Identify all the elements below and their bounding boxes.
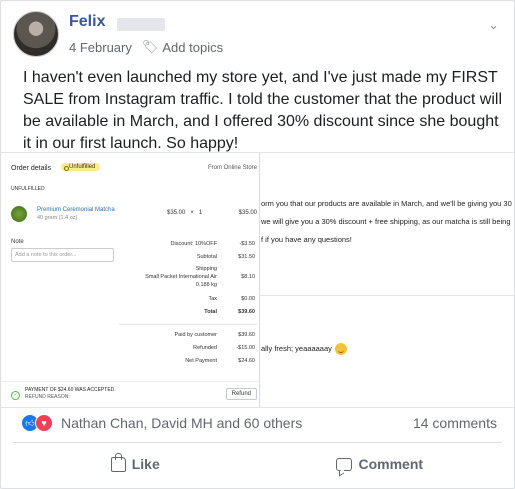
email-reply-text: ally fresh; yeaaaaaay xyxy=(261,343,332,353)
email-reply: ally fresh; yeaaaaaay xyxy=(261,343,347,355)
paid-value: $39.60 xyxy=(238,332,255,338)
discount-value: -$3.50 xyxy=(239,241,255,247)
totals-divider xyxy=(119,324,257,325)
fulfillment-status: UNFULFILLED xyxy=(11,186,45,192)
email-line-1: orm you that our products are available … xyxy=(261,199,512,208)
payment-footer: ✓ PAYMENT OF $24.60 WAS ACCEPTED. REFUND… xyxy=(1,381,259,407)
net-payment-label: Net Payment xyxy=(185,358,217,364)
like-button[interactable]: Like xyxy=(13,447,258,481)
post-date[interactable]: 4 February xyxy=(69,40,132,55)
subtotal-value: $31.50 xyxy=(238,254,255,260)
post-image[interactable]: Order details Unfulfilled From Online St… xyxy=(1,152,514,408)
shipping-method: Small Packet International Air xyxy=(145,274,217,280)
times-sign: × xyxy=(190,210,194,216)
post-header: Felix 4 February 🏷︎ Add topics ⌄ xyxy=(13,11,503,61)
product-name: Premium Ceremonial Matcha xyxy=(37,207,115,213)
email-line-3: f if you have any questions! xyxy=(261,235,352,244)
shipping-weight: 0.188 kg xyxy=(195,282,217,288)
chevron-down-icon[interactable]: ⌄ xyxy=(488,17,499,33)
comment-label: Comment xyxy=(358,456,424,472)
action-bar: Like Comment xyxy=(13,447,502,481)
net-payment-value: $24.60 xyxy=(238,358,255,364)
tax-label: Tax xyxy=(208,296,217,302)
unit-price-value: $35.00 xyxy=(167,210,186,216)
like-label: Like xyxy=(131,456,160,472)
post-meta: 4 February 🏷︎ Add topics xyxy=(69,39,223,55)
avatar[interactable] xyxy=(13,11,59,57)
line-total: $35.00 xyxy=(238,210,257,216)
thumbs-up-icon xyxy=(110,452,126,472)
refund-reason: REFUND REASON: xyxy=(25,394,70,400)
quantity: 1 xyxy=(198,210,203,216)
comments-count[interactable]: 14 comments xyxy=(413,415,497,431)
payment-accepted-note: PAYMENT OF $24.60 WAS ACCEPTED. xyxy=(25,387,116,393)
add-topics-link[interactable]: Add topics xyxy=(162,40,223,55)
smiley-emoji-icon xyxy=(334,343,347,355)
actions-divider xyxy=(13,442,502,443)
shipping-value: $8.10 xyxy=(241,274,255,280)
order-source: From Online Store xyxy=(207,165,257,171)
author-name[interactable]: Felix xyxy=(69,13,105,31)
refunded-value: -$15.00 xyxy=(236,345,255,351)
refunded-label: Refunded xyxy=(193,345,217,351)
order-details-panel: Order details Unfulfilled From Online St… xyxy=(1,153,260,407)
post-card: Felix 4 February 🏷︎ Add topics ⌄ I haven… xyxy=(0,0,515,489)
reaction-names[interactable]: Nathan Chan, David MH and 60 others xyxy=(61,415,302,431)
total-value: $39.60 xyxy=(238,309,255,315)
tax-value: $0.00 xyxy=(241,296,255,302)
email-line-2: we will give you a 30% discount + free s… xyxy=(261,217,511,226)
redacted-surname xyxy=(117,18,165,31)
check-icon: ✓ xyxy=(11,391,20,400)
paid-label: Paid by customer xyxy=(174,332,218,338)
comment-icon xyxy=(336,457,353,471)
discount-label: Discount: 10%OFF xyxy=(170,241,217,247)
product-thumbnail xyxy=(11,206,27,222)
product-variant: 40 gram (1.4 oz) xyxy=(37,215,78,221)
note-label: Note xyxy=(11,239,24,245)
unit-price: $35.00 × 1 xyxy=(167,210,202,216)
subtotal-label: Subtotal xyxy=(196,254,217,260)
reactions-bar: 👍︎ ♥ Nathan Chan, David MH and 60 others… xyxy=(21,413,497,435)
love-reaction-icon[interactable]: ♥ xyxy=(35,414,53,432)
email-panel: orm you that our products are available … xyxy=(259,153,514,407)
email-divider xyxy=(259,295,514,296)
order-title: Order details xyxy=(11,165,52,172)
post-text: I haven't even launched my store yet, an… xyxy=(23,69,503,152)
tag-icon: 🏷︎ xyxy=(141,39,159,54)
shipping-label: Shipping xyxy=(195,266,217,272)
note-field: Add a note to this order... xyxy=(11,248,114,262)
total-label: Total xyxy=(204,309,217,315)
refund-button: Refund xyxy=(225,388,257,400)
comment-button[interactable]: Comment xyxy=(258,447,503,481)
status-badge: Unfulfilled xyxy=(61,163,101,171)
